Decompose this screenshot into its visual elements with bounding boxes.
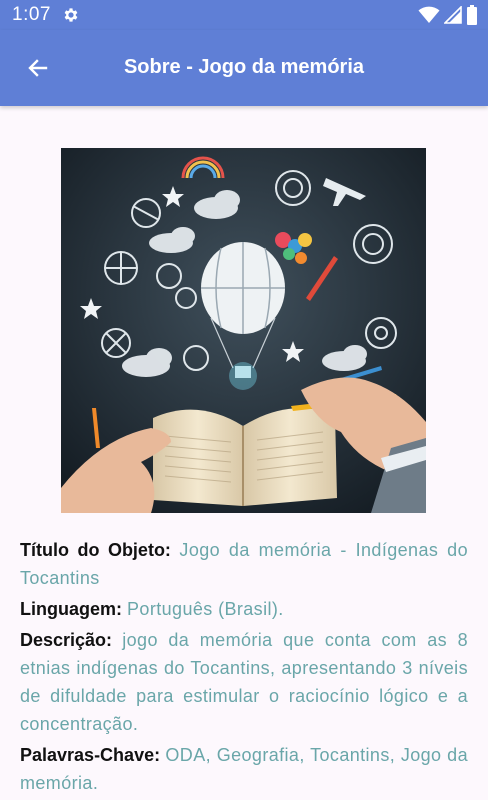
status-icons [418,5,478,25]
app-bar: Sobre - Jogo da memória [0,30,488,106]
battery-icon [467,5,477,25]
title-field: Título do Objeto: Jogo da memória - Indí… [20,536,468,592]
description-label: Descrição: [20,630,113,650]
book-balloon-illustration [61,148,426,513]
status-bar: 1:07 [0,0,488,30]
wifi-icon [418,6,440,23]
language-value: Português (Brasil). [127,599,284,619]
signal-icon [444,6,462,24]
gear-icon [64,8,78,22]
description-field: Descrição: jogo da memória que conta com… [20,626,468,738]
title-label: Título do Objeto: [20,540,171,560]
keywords-label: Palavras-Chave: [20,745,161,765]
page-title: Sobre - Jogo da memória [123,56,365,78]
language-field: Linguagem: Português (Brasil). [20,595,468,623]
hero-image [61,148,426,513]
language-label: Linguagem: [20,599,122,619]
object-details: Título do Objeto: Jogo da memória - Indí… [20,536,468,800]
keywords-field: Palavras-Chave: ODA, Geografia, Tocantin… [20,741,468,797]
status-time: 1:07 [12,4,51,25]
